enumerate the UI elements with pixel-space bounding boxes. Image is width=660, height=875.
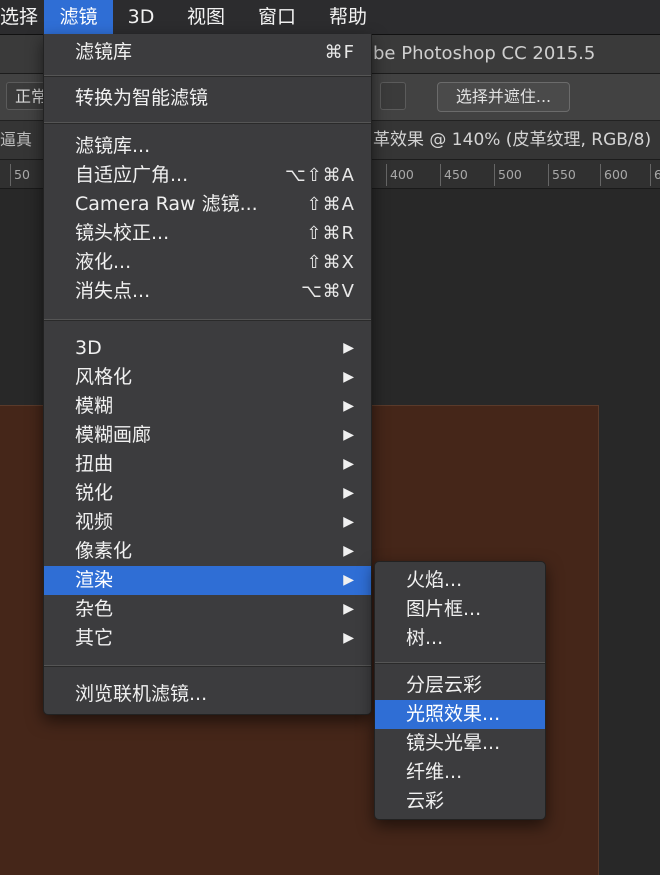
menu-item-shortcut: ⌥⇧⌘A bbox=[284, 165, 355, 186]
menu-item-label: 其它 bbox=[75, 627, 114, 649]
menu-item-filter-gallery-last[interactable]: 滤镜库 ⌘F bbox=[44, 38, 371, 67]
options-field[interactable] bbox=[380, 82, 406, 110]
submenu-item-picture-frame[interactable]: 图片框... bbox=[375, 595, 545, 624]
menu-item-blur[interactable]: 模糊 ▶ bbox=[44, 392, 371, 421]
menu-item-label: 镜头校正... bbox=[75, 222, 170, 244]
menu-item-sharpen[interactable]: 锐化 ▶ bbox=[44, 479, 371, 508]
menu-item-3d[interactable]: 3D ▶ bbox=[44, 334, 371, 363]
menu-item-label: 转换为智能滤镜 bbox=[75, 87, 209, 109]
submenu-item-lighting-effects[interactable]: 光照效果... bbox=[375, 700, 545, 729]
submenu-arrow-icon: ▶ bbox=[343, 427, 354, 443]
submenu-arrow-icon: ▶ bbox=[343, 485, 354, 501]
menu-item-browse-filters-online[interactable]: 浏览联机滤镜... bbox=[44, 680, 371, 709]
menu-item-render[interactable]: 渲染 ▶ bbox=[44, 566, 371, 595]
render-submenu: 火焰... 图片框... 树... 分层云彩 光照效果... 镜头光晕... 纤… bbox=[374, 561, 546, 820]
menu-item-label: 滤镜库... bbox=[75, 135, 151, 157]
menu-item-label: 模糊 bbox=[75, 395, 114, 417]
menu-item-shortcut: ⇧⌘R bbox=[306, 223, 355, 244]
menu-select[interactable]: 选择 bbox=[0, 0, 38, 34]
select-and-mask-button[interactable]: 选择并遮住... bbox=[437, 82, 570, 112]
menu-help[interactable]: 帮助 bbox=[320, 0, 376, 34]
menu-item-camera-raw[interactable]: Camera Raw 滤镜... ⇧⌘A bbox=[44, 190, 371, 219]
menu-item-label: 扭曲 bbox=[75, 453, 114, 475]
menu-item-blur-gallery[interactable]: 模糊画廊 ▶ bbox=[44, 421, 371, 450]
document-tab-title: 革效果 @ 140% (皮革纹理, RGB/8) bbox=[373, 130, 652, 150]
submenu-item-fibers[interactable]: 纤维... bbox=[375, 758, 545, 787]
menu-item-stylize[interactable]: 风格化 ▶ bbox=[44, 363, 371, 392]
menu-item-label: 杂色 bbox=[75, 598, 114, 620]
menu-item-label: 模糊画廊 bbox=[75, 424, 152, 446]
submenu-arrow-icon: ▶ bbox=[343, 514, 354, 530]
menu-item-label: 滤镜库 bbox=[75, 41, 133, 63]
submenu-arrow-icon: ▶ bbox=[343, 398, 354, 414]
menu-item-convert-smart-filter[interactable]: 转换为智能滤镜 bbox=[44, 84, 371, 113]
filter-menu: 滤镜库 ⌘F 转换为智能滤镜 滤镜库... 自适应广角... ⌥⇧⌘A Came… bbox=[43, 34, 372, 715]
menu-item-adaptive-wide-angle[interactable]: 自适应广角... ⌥⇧⌘A bbox=[44, 161, 371, 190]
menu-item-label: 浏览联机滤镜... bbox=[75, 683, 208, 705]
menu-item-label: 视频 bbox=[75, 511, 114, 533]
menu-item-label: 图片框... bbox=[406, 598, 482, 620]
menu-item-vanishing-point[interactable]: 消失点... ⌥⌘V bbox=[44, 277, 371, 306]
menu-item-lens-correction[interactable]: 镜头校正... ⇧⌘R bbox=[44, 219, 371, 248]
menu-item-shortcut: ⇧⌘A bbox=[306, 194, 355, 215]
submenu-arrow-icon: ▶ bbox=[343, 543, 354, 559]
submenu-item-lens-flare[interactable]: 镜头光晕... bbox=[375, 729, 545, 758]
menu-item-label: 像素化 bbox=[75, 540, 133, 562]
menu-separator bbox=[44, 665, 371, 667]
menu-view[interactable]: 视图 bbox=[178, 0, 234, 34]
ruler-tick: 600 bbox=[600, 164, 628, 186]
menu-item-label: 镜头光晕... bbox=[406, 732, 501, 754]
menu-item-label: 光照效果... bbox=[406, 703, 501, 725]
submenu-item-tree[interactable]: 树... bbox=[375, 624, 545, 653]
menu-item-shortcut: ⇧⌘X bbox=[306, 252, 355, 273]
menu-separator bbox=[44, 319, 371, 321]
menu-item-label: 分层云彩 bbox=[406, 674, 483, 696]
ruler-tick: 450 bbox=[440, 164, 468, 186]
ruler-tick: 50 bbox=[10, 164, 30, 186]
ruler-tick: 500 bbox=[494, 164, 522, 186]
menu-item-distort[interactable]: 扭曲 ▶ bbox=[44, 450, 371, 479]
menu-item-label: 云彩 bbox=[406, 790, 445, 812]
submenu-item-difference-clouds[interactable]: 分层云彩 bbox=[375, 671, 545, 700]
menu-separator bbox=[375, 662, 545, 664]
menu-item-shortcut: ⌥⌘V bbox=[300, 281, 355, 302]
submenu-arrow-icon: ▶ bbox=[343, 340, 354, 356]
menu-item-noise[interactable]: 杂色 ▶ bbox=[44, 595, 371, 624]
menu-bar: 选择 滤镜 3D 视图 窗口 帮助 bbox=[0, 0, 660, 35]
ruler-tick: 550 bbox=[548, 164, 576, 186]
window-title: be Photoshop CC 2015.5 bbox=[373, 43, 596, 64]
ruler-tick: 400 bbox=[386, 164, 414, 186]
submenu-item-clouds[interactable]: 云彩 bbox=[375, 787, 545, 816]
menu-item-shortcut: ⌘F bbox=[324, 42, 355, 63]
menu-item-liquify[interactable]: 液化... ⇧⌘X bbox=[44, 248, 371, 277]
menu-item-label: 液化... bbox=[75, 251, 132, 273]
menu-filter[interactable]: 滤镜 bbox=[44, 0, 113, 34]
menu-item-label: Camera Raw 滤镜... bbox=[75, 193, 258, 215]
menu-item-label: 风格化 bbox=[75, 366, 133, 388]
menu-separator bbox=[44, 122, 371, 124]
submenu-arrow-icon: ▶ bbox=[343, 601, 354, 617]
document-tab-fragment: 逼真 bbox=[0, 130, 33, 149]
menu-item-pixelate[interactable]: 像素化 ▶ bbox=[44, 537, 371, 566]
submenu-arrow-icon: ▶ bbox=[343, 456, 354, 472]
submenu-arrow-icon: ▶ bbox=[343, 572, 354, 588]
menu-item-label: 纤维... bbox=[406, 761, 463, 783]
menu-item-label: 树... bbox=[406, 627, 444, 649]
menu-separator bbox=[44, 75, 371, 77]
submenu-arrow-icon: ▶ bbox=[343, 630, 354, 646]
menu-item-filter-gallery[interactable]: 滤镜库... bbox=[44, 132, 371, 161]
menu-item-label: 3D bbox=[75, 337, 102, 359]
menu-item-video[interactable]: 视频 ▶ bbox=[44, 508, 371, 537]
menu-item-label: 火焰... bbox=[406, 569, 463, 591]
menu-item-label: 自适应广角... bbox=[75, 164, 189, 186]
submenu-item-flame[interactable]: 火焰... bbox=[375, 566, 545, 595]
menu-item-label: 渲染 bbox=[75, 569, 114, 591]
menu-3d[interactable]: 3D bbox=[117, 0, 165, 34]
menu-item-label: 锐化 bbox=[75, 482, 114, 504]
menu-item-label: 消失点... bbox=[75, 280, 151, 302]
menu-window[interactable]: 窗口 bbox=[249, 0, 305, 34]
menu-item-other[interactable]: 其它 ▶ bbox=[44, 624, 371, 653]
submenu-arrow-icon: ▶ bbox=[343, 369, 354, 385]
ruler-tick: 650 bbox=[650, 164, 660, 186]
